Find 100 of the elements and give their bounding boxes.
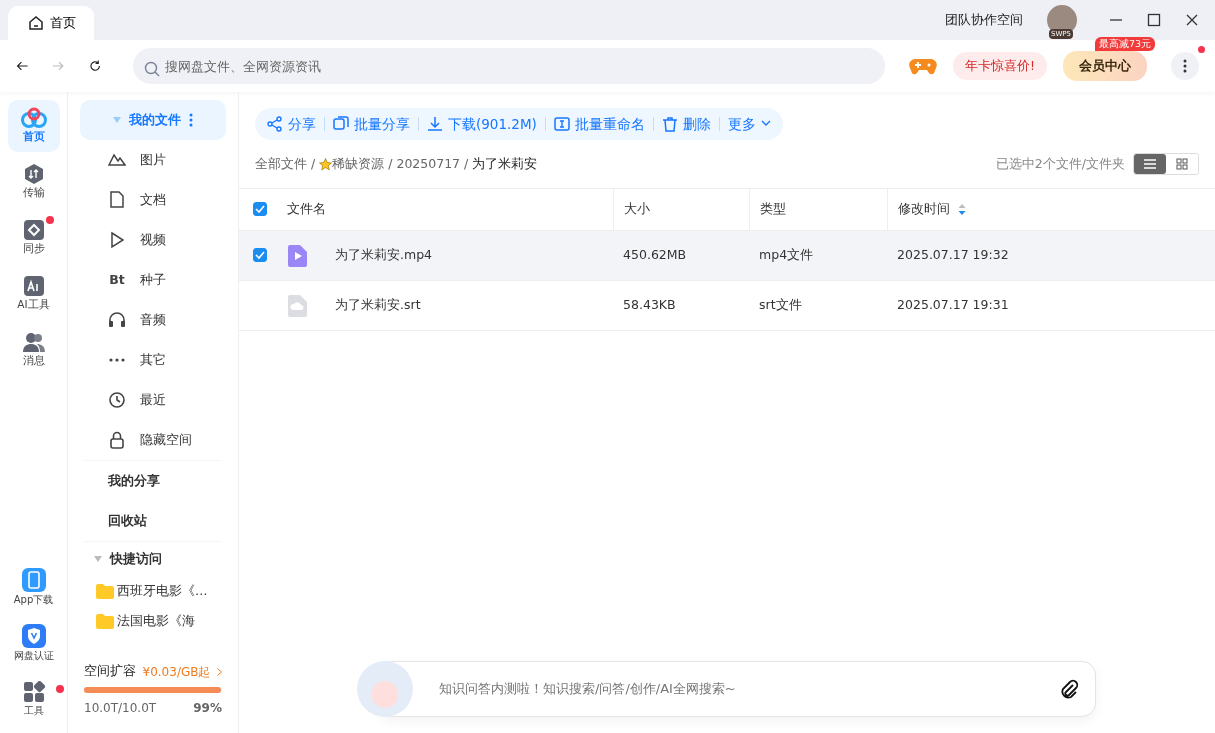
category-item[interactable]: 视频	[68, 220, 238, 260]
quick-access-item[interactable]: 法国电影《海	[68, 606, 238, 636]
list-icon	[1143, 158, 1157, 170]
view-mode-switch[interactable]	[1133, 153, 1199, 175]
checkbox[interactable]	[253, 248, 267, 263]
copy-icon	[333, 116, 349, 132]
rename-icon	[553, 116, 570, 132]
download-icon	[427, 116, 443, 132]
maximize-icon	[1147, 13, 1161, 27]
toolbar-button[interactable]: 分享	[259, 113, 324, 135]
chevron-down-icon	[760, 120, 771, 128]
phone-icon	[21, 567, 46, 592]
rail-item[interactable]: App下载	[3, 561, 64, 613]
rail-item[interactable]: AI工具	[7, 268, 60, 320]
cloud-file-icon	[287, 294, 307, 317]
my-files-item[interactable]: 我的文件	[80, 100, 226, 140]
file-name-cell: 为了米莉安.srt	[327, 280, 614, 331]
column-header[interactable]: 大小	[623, 200, 650, 219]
toolbar-button[interactable]: 更多	[719, 113, 779, 135]
breadcrumb-separator: /	[311, 154, 316, 173]
checkmark-icon	[255, 205, 265, 214]
column-header[interactable]: 修改时间	[897, 200, 966, 219]
breadcrumb-separator: /	[464, 154, 469, 173]
category-item[interactable]: 隐藏空间	[68, 420, 238, 460]
headphones-icon	[108, 311, 126, 329]
gamepad-icon	[909, 56, 937, 76]
cloud-logo-icon	[19, 107, 48, 130]
chevron-right-icon	[217, 667, 222, 676]
toolbar-button[interactable]: 批量重命名	[545, 113, 653, 135]
sort-icon	[957, 204, 966, 215]
breadcrumb-item[interactable]: 稀缺资源	[319, 154, 385, 174]
modified-time-cell: 2025.07.17 19:31	[887, 280, 1215, 331]
folder-icon	[96, 613, 114, 629]
more-menu-button[interactable]	[1171, 52, 1199, 80]
category-item[interactable]: 音频	[68, 300, 238, 340]
sidebar-link[interactable]: 回收站	[68, 501, 238, 541]
rail-item[interactable]: 首页	[7, 100, 60, 152]
file-row[interactable]: 为了米莉安.mp4 450.62MB mp4文件 2025.07.17 19:32	[239, 230, 1215, 281]
quick-access-item[interactable]: 西班牙电影《…	[68, 576, 238, 606]
file-name-cell: 为了米莉安.mp4	[327, 230, 614, 281]
search-field[interactable]: 搜网盘文件、全网资源资讯	[133, 48, 885, 84]
checkbox[interactable]	[253, 202, 267, 217]
notification-dot	[45, 216, 54, 224]
rail-item[interactable]: 消息	[7, 324, 60, 376]
vertical-dots-icon	[1183, 59, 1187, 73]
sync-icon	[22, 219, 45, 242]
mountain-icon	[108, 151, 126, 169]
category-item[interactable]: Bt 种子	[68, 260, 238, 300]
promo-button[interactable]: 年卡惊喜价!	[953, 52, 1047, 80]
document-icon	[108, 191, 126, 209]
notification-dot	[1198, 46, 1205, 53]
category-item[interactable]: 文档	[68, 180, 238, 220]
rail-item[interactable]: 同步	[7, 212, 60, 264]
breadcrumb-separator: /	[388, 154, 393, 173]
rail-item[interactable]: 传输	[7, 156, 60, 208]
team-space-link[interactable]: 团队协作空间	[945, 10, 1023, 30]
breadcrumb-item: 为了米莉安	[472, 154, 538, 173]
quick-access-header[interactable]: 快捷访问	[68, 542, 238, 576]
vip-center-button[interactable]: 会员中心	[1063, 51, 1147, 81]
view-mode-button[interactable]	[1134, 154, 1166, 174]
notification-dot	[55, 685, 64, 693]
dots-icon	[109, 358, 125, 362]
grid-icon	[22, 680, 45, 703]
category-item[interactable]: 最近	[68, 380, 238, 420]
lock-icon	[108, 431, 126, 449]
file-type-cell: srt文件	[749, 280, 888, 331]
file-row[interactable]: 为了米莉安.srt 58.43KB srt文件 2025.07.17 19:31	[239, 280, 1215, 331]
discount-badge: 最高减73元	[1094, 37, 1155, 51]
breadcrumb-item[interactable]: 全部文件	[255, 154, 307, 174]
trash-icon	[661, 116, 678, 132]
breadcrumb-item[interactable]: 20250717	[396, 154, 461, 174]
file-size-cell: 58.43KB	[613, 280, 750, 331]
category-item[interactable]: 图片	[68, 140, 238, 180]
clock-icon	[108, 391, 126, 409]
paperclip-icon	[1059, 679, 1079, 699]
expanded-triangle-icon	[113, 116, 121, 124]
transfer-icon	[22, 163, 45, 186]
refresh-icon	[88, 58, 101, 74]
toolbar-button[interactable]: 批量分享	[325, 113, 418, 135]
play-icon	[108, 231, 126, 249]
storage-percent: 99%	[193, 700, 222, 717]
sidebar-link[interactable]: 我的分享	[68, 461, 238, 501]
ai-icon	[22, 275, 45, 298]
toolbar-button[interactable]: 下载(901.2M)	[419, 113, 545, 135]
video-file-icon	[287, 244, 307, 267]
toolbar-button[interactable]: 删除	[653, 113, 719, 135]
folder-icon	[96, 583, 114, 599]
rail-item[interactable]: 工具	[3, 673, 64, 725]
column-header[interactable]: 类型	[759, 200, 786, 219]
expanded-triangle-icon	[94, 555, 102, 563]
home-tab[interactable]: 首页	[8, 6, 94, 40]
assistant-mascot-drawing	[357, 661, 413, 717]
rail-item[interactable]: 网盘认证	[3, 617, 64, 669]
selection-info: 已选中2个文件/文件夹	[995, 154, 1125, 173]
storage-used: 10.0T/10.0T	[84, 700, 157, 717]
column-header[interactable]: 文件名	[287, 200, 326, 219]
share-icon	[267, 116, 283, 132]
modified-time-cell: 2025.07.17 19:32	[887, 230, 1215, 281]
category-item[interactable]: 其它	[68, 340, 238, 380]
close-icon	[1185, 13, 1199, 27]
